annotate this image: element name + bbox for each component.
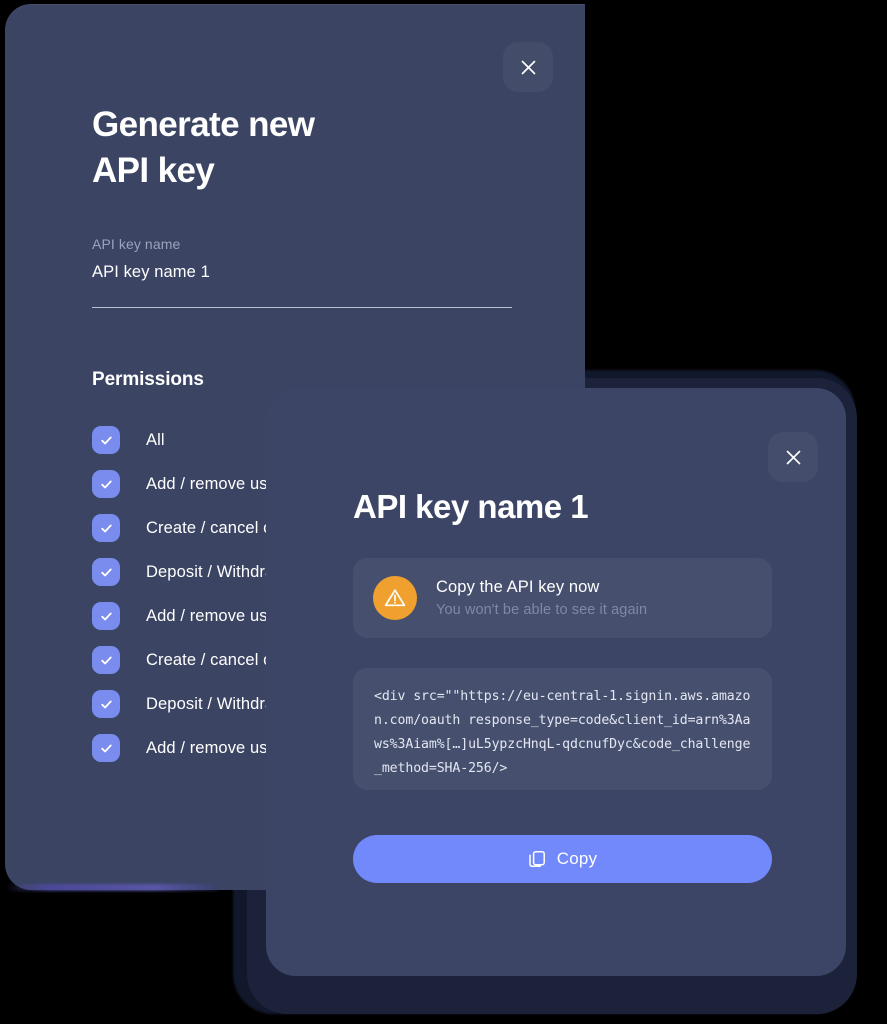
permission-checkbox[interactable] xyxy=(92,602,120,630)
permission-checkbox[interactable] xyxy=(92,690,120,718)
check-icon xyxy=(99,565,114,580)
api-key-title: API key name 1 xyxy=(353,488,589,525)
copy-icon xyxy=(528,850,546,868)
permission-checkbox[interactable] xyxy=(92,470,120,498)
check-icon xyxy=(99,433,114,448)
close-icon-button-result[interactable] xyxy=(768,432,818,482)
screenshot-stage: Generate new API key API key name API ke… xyxy=(0,0,887,1024)
permission-checkbox[interactable] xyxy=(92,558,120,586)
close-icon-button-generate[interactable] xyxy=(503,42,553,92)
api-key-code-text: <div src=""https://eu-central-1.signin.a… xyxy=(374,689,751,776)
permission-label: All xyxy=(146,430,165,449)
permissions-heading: Permissions xyxy=(92,369,204,390)
check-icon xyxy=(99,697,114,712)
permission-checkbox[interactable] xyxy=(92,646,120,674)
warning-triangle-icon xyxy=(373,576,417,620)
close-icon xyxy=(786,450,801,465)
warning-subtitle: You won't be able to see it again xyxy=(436,602,648,618)
warning-title: Copy the API key now xyxy=(436,578,600,596)
permission-checkbox[interactable] xyxy=(92,734,120,762)
permission-checkbox[interactable] xyxy=(92,514,120,542)
api-key-code-block: <div src=""https://eu-central-1.signin.a… xyxy=(353,668,772,790)
page-title: Generate new API key xyxy=(92,105,315,190)
check-icon xyxy=(99,477,114,492)
api-key-name-field-group: API key name API key name 1 xyxy=(92,236,512,308)
check-icon xyxy=(99,521,114,536)
card-edge-glow xyxy=(6,884,218,891)
check-icon xyxy=(99,653,114,668)
api-key-name-input[interactable]: API key name 1 xyxy=(92,263,512,308)
check-icon xyxy=(99,609,114,624)
check-icon xyxy=(99,741,114,756)
copy-warning-banner: Copy the API key now You won't be able t… xyxy=(353,558,772,638)
copy-button[interactable]: Copy xyxy=(353,835,772,883)
copy-button-label: Copy xyxy=(556,849,598,868)
close-icon xyxy=(521,60,536,75)
api-key-name-label: API key name xyxy=(92,236,181,252)
permission-checkbox[interactable] xyxy=(92,426,120,454)
